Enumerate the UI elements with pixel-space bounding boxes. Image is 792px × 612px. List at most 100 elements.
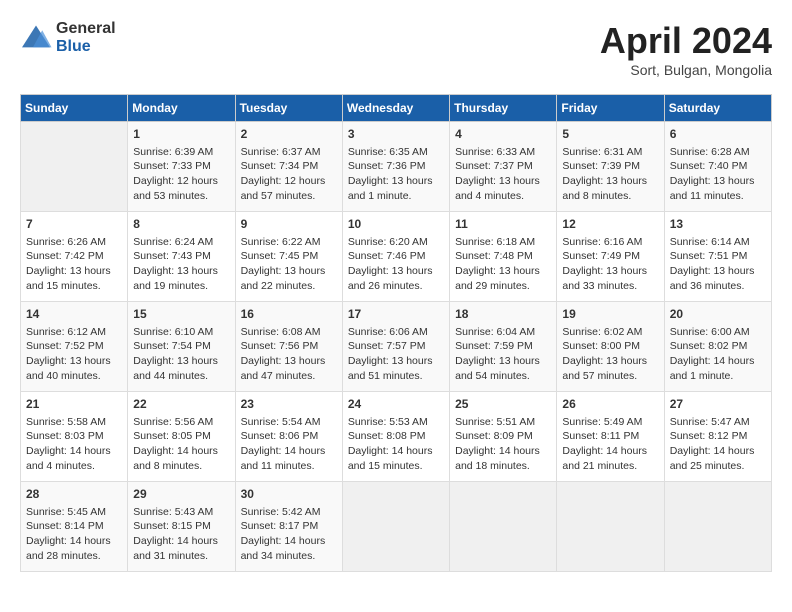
day-info: Sunrise: 6:08 AM Sunset: 7:56 PM Dayligh… (241, 325, 337, 384)
calendar-cell: 14 Sunrise: 6:12 AM Sunset: 7:52 PM Dayli… (21, 302, 128, 392)
day-number: 5 (562, 126, 658, 143)
day-info: Sunrise: 6:28 AM Sunset: 7:40 PM Dayligh… (670, 145, 766, 204)
day-info: Sunrise: 5:51 AM Sunset: 8:09 PM Dayligh… (455, 415, 551, 474)
calendar-cell: 20 Sunrise: 6:00 AM Sunset: 8:02 PM Dayli… (664, 302, 771, 392)
calendar-cell: 3 Sunrise: 6:35 AM Sunset: 7:36 PM Daylig… (342, 122, 449, 212)
calendar-cell: 18Sunrise: 6:04 AM Sunset: 7:59 PM Dayli… (450, 302, 557, 392)
day-info: Sunrise: 6:22 AM Sunset: 7:45 PM Dayligh… (241, 235, 337, 294)
column-header-tuesday: Tuesday (235, 95, 342, 122)
day-info: Sunrise: 6:14 AM Sunset: 7:51 PM Dayligh… (670, 235, 766, 294)
title-block: April 2024 Sort, Bulgan, Mongolia (600, 20, 772, 78)
calendar-cell (557, 482, 664, 572)
day-info: Sunrise: 6:00 AM Sunset: 8:02 PM Dayligh… (670, 325, 766, 384)
calendar-week-row: 21Sunrise: 5:58 AM Sunset: 8:03 PM Dayli… (21, 392, 772, 482)
day-info: Sunrise: 6:39 AM Sunset: 7:33 PM Dayligh… (133, 145, 229, 204)
day-number: 27 (670, 396, 766, 413)
day-number: 11 (455, 216, 551, 233)
day-info: Sunrise: 5:54 AM Sunset: 8:06 PM Dayligh… (241, 415, 337, 474)
calendar-cell: 23 Sunrise: 5:54 AM Sunset: 8:06 PM Dayli… (235, 392, 342, 482)
calendar-cell (450, 482, 557, 572)
calendar-cell: 10 Sunrise: 6:20 AM Sunset: 7:46 PM Dayli… (342, 212, 449, 302)
column-header-saturday: Saturday (664, 95, 771, 122)
day-number: 28 (26, 486, 122, 503)
day-info: Sunrise: 6:18 AM Sunset: 7:48 PM Dayligh… (455, 235, 551, 294)
calendar-cell: 7 Sunrise: 6:26 AM Sunset: 7:42 PM Daylig… (21, 212, 128, 302)
day-number: 24 (348, 396, 444, 413)
day-info: Sunrise: 5:53 AM Sunset: 8:08 PM Dayligh… (348, 415, 444, 474)
day-info: Sunrise: 6:35 AM Sunset: 7:36 PM Dayligh… (348, 145, 444, 204)
calendar-cell (664, 482, 771, 572)
calendar-cell: 26Sunrise: 5:49 AM Sunset: 8:11 PM Dayli… (557, 392, 664, 482)
day-info: Sunrise: 6:16 AM Sunset: 7:49 PM Dayligh… (562, 235, 658, 294)
logo-icon (20, 24, 52, 52)
logo-general: General (56, 20, 116, 38)
day-number: 22 (133, 396, 229, 413)
calendar-header-row: SundayMondayTuesdayWednesdayThursdayFrid… (21, 95, 772, 122)
day-info: Sunrise: 6:06 AM Sunset: 7:57 PM Dayligh… (348, 325, 444, 384)
day-number: 18 (455, 306, 551, 323)
calendar-body: 1 Sunrise: 6:39 AM Sunset: 7:33 PM Daylig… (21, 122, 772, 572)
calendar-cell: 4 Sunrise: 6:33 AM Sunset: 7:37 PM Daylig… (450, 122, 557, 212)
calendar-cell: 19 Sunrise: 6:02 AM Sunset: 8:00 PM Dayli… (557, 302, 664, 392)
calendar-cell: 5Sunrise: 6:31 AM Sunset: 7:39 PM Daylig… (557, 122, 664, 212)
day-number: 29 (133, 486, 229, 503)
calendar-cell: 11 Sunrise: 6:18 AM Sunset: 7:48 PM Dayli… (450, 212, 557, 302)
day-number: 21 (26, 396, 122, 413)
day-number: 2 (241, 126, 337, 143)
calendar-cell: 30Sunrise: 5:42 AM Sunset: 8:17 PM Dayli… (235, 482, 342, 572)
calendar-cell: 17 Sunrise: 6:06 AM Sunset: 7:57 PM Dayli… (342, 302, 449, 392)
logo: General Blue (20, 20, 116, 55)
day-number: 6 (670, 126, 766, 143)
day-number: 4 (455, 126, 551, 143)
day-number: 7 (26, 216, 122, 233)
day-info: Sunrise: 5:42 AM Sunset: 8:17 PM Dayligh… (241, 505, 337, 564)
calendar-cell: 8Sunrise: 6:24 AM Sunset: 7:43 PM Daylig… (128, 212, 235, 302)
day-number: 13 (670, 216, 766, 233)
day-number: 17 (348, 306, 444, 323)
day-number: 25 (455, 396, 551, 413)
calendar-cell: 13 Sunrise: 6:14 AM Sunset: 7:51 PM Dayli… (664, 212, 771, 302)
calendar-cell: 9Sunrise: 6:22 AM Sunset: 7:45 PM Daylig… (235, 212, 342, 302)
day-info: Sunrise: 6:26 AM Sunset: 7:42 PM Dayligh… (26, 235, 122, 294)
day-number: 15 (133, 306, 229, 323)
location: Sort, Bulgan, Mongolia (600, 62, 772, 78)
calendar-cell: 22Sunrise: 5:56 AM Sunset: 8:05 PM Dayli… (128, 392, 235, 482)
day-number: 3 (348, 126, 444, 143)
day-number: 10 (348, 216, 444, 233)
day-number: 14 (26, 306, 122, 323)
day-info: Sunrise: 5:43 AM Sunset: 8:15 PM Dayligh… (133, 505, 229, 564)
calendar-week-row: 7 Sunrise: 6:26 AM Sunset: 7:42 PM Daylig… (21, 212, 772, 302)
calendar-cell: 21Sunrise: 5:58 AM Sunset: 8:03 PM Dayli… (21, 392, 128, 482)
calendar-cell (21, 122, 128, 212)
day-info: Sunrise: 6:33 AM Sunset: 7:37 PM Dayligh… (455, 145, 551, 204)
day-number: 1 (133, 126, 229, 143)
calendar-cell: 25 Sunrise: 5:51 AM Sunset: 8:09 PM Dayli… (450, 392, 557, 482)
page-header: General Blue April 2024 Sort, Bulgan, Mo… (20, 20, 772, 78)
day-number: 23 (241, 396, 337, 413)
calendar-cell: 6 Sunrise: 6:28 AM Sunset: 7:40 PM Daylig… (664, 122, 771, 212)
calendar-table: SundayMondayTuesdayWednesdayThursdayFrid… (20, 94, 772, 572)
calendar-week-row: 14 Sunrise: 6:12 AM Sunset: 7:52 PM Dayli… (21, 302, 772, 392)
column-header-wednesday: Wednesday (342, 95, 449, 122)
day-info: Sunrise: 6:02 AM Sunset: 8:00 PM Dayligh… (562, 325, 658, 384)
day-number: 12 (562, 216, 658, 233)
calendar-cell: 2 Sunrise: 6:37 AM Sunset: 7:34 PM Daylig… (235, 122, 342, 212)
calendar-cell: 16 Sunrise: 6:08 AM Sunset: 7:56 PM Dayli… (235, 302, 342, 392)
day-info: Sunrise: 6:12 AM Sunset: 7:52 PM Dayligh… (26, 325, 122, 384)
calendar-cell: 29 Sunrise: 5:43 AM Sunset: 8:15 PM Dayli… (128, 482, 235, 572)
day-number: 16 (241, 306, 337, 323)
day-number: 20 (670, 306, 766, 323)
month-title: April 2024 (600, 20, 772, 62)
day-number: 8 (133, 216, 229, 233)
day-number: 19 (562, 306, 658, 323)
column-header-friday: Friday (557, 95, 664, 122)
logo-blue: Blue (56, 38, 116, 56)
logo-text: General Blue (56, 20, 116, 55)
calendar-cell: 15Sunrise: 6:10 AM Sunset: 7:54 PM Dayli… (128, 302, 235, 392)
day-info: Sunrise: 6:20 AM Sunset: 7:46 PM Dayligh… (348, 235, 444, 294)
day-info: Sunrise: 5:45 AM Sunset: 8:14 PM Dayligh… (26, 505, 122, 564)
day-number: 26 (562, 396, 658, 413)
column-header-thursday: Thursday (450, 95, 557, 122)
calendar-cell: 12 Sunrise: 6:16 AM Sunset: 7:49 PM Dayli… (557, 212, 664, 302)
day-info: Sunrise: 6:37 AM Sunset: 7:34 PM Dayligh… (241, 145, 337, 204)
